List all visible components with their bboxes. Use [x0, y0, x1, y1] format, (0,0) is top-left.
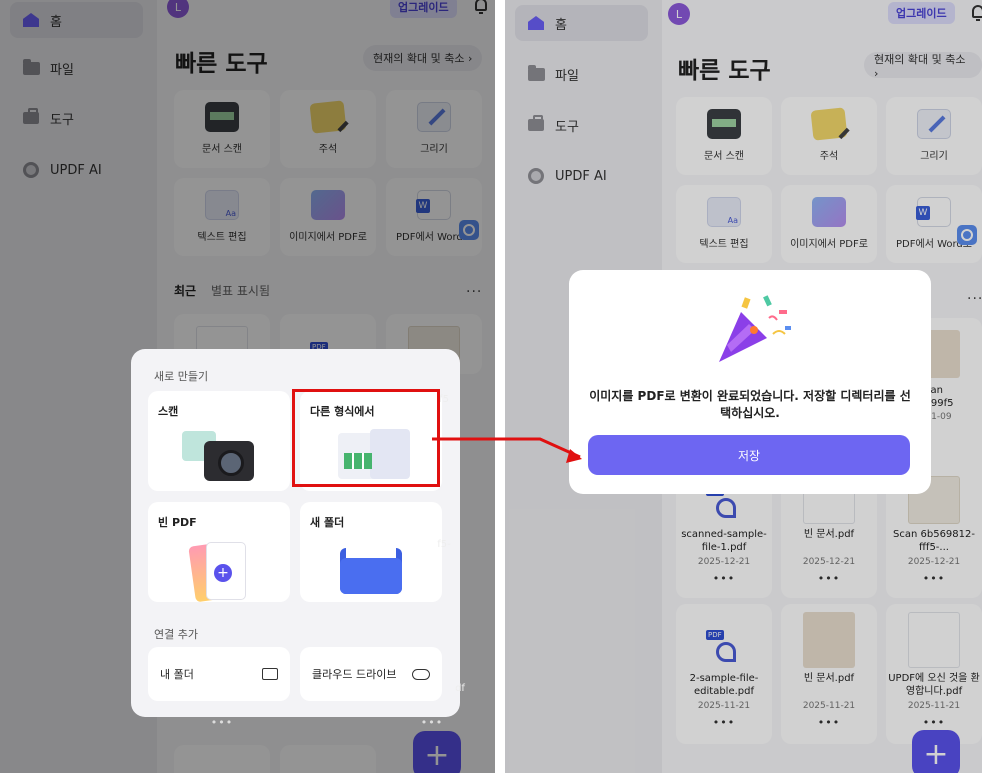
- highlight-box: [292, 389, 440, 487]
- cloud-icon: [412, 668, 430, 680]
- my-folder-label: 내 폴더: [160, 668, 194, 681]
- folder-outline-icon: [262, 668, 278, 680]
- party-popper-icon: [719, 295, 791, 362]
- dialog-message: 이미지를 PDF로 변환이 완료되었습니다. 저장할 디렉터리를 선택하십시오.: [589, 389, 911, 420]
- new-folder-tile[interactable]: 새 폴더: [300, 502, 442, 602]
- file-more-button[interactable]: •••: [174, 716, 270, 729]
- tile-label: 스캔: [158, 405, 179, 418]
- blank-pdf-tile[interactable]: 빈 PDF +: [148, 502, 290, 602]
- cloud-drive-label: 클라우드 드라이브: [312, 668, 397, 681]
- partial-file-name: f5-: [437, 539, 451, 550]
- plus-icon: +: [214, 564, 232, 582]
- new-section-label: 새로 만들기: [154, 370, 209, 383]
- cloud-drive-button[interactable]: 클라우드 드라이브: [300, 647, 442, 701]
- conversion-complete-dialog: 이미지를 PDF로 변환이 완료되었습니다. 저장할 디렉터리를 선택하십시오.…: [569, 270, 931, 494]
- camera-icon: [204, 441, 254, 481]
- right-panel: 홈 파일 도구 UPDF AI L 업그레이드 빠른 도구 현재의 확대 및 축…: [505, 0, 982, 773]
- left-panel: 홈 파일 도구 UPDF AI L 업그레이드 빠른 도구 현재의 확대 및 축…: [0, 0, 495, 773]
- folder-icon: [340, 542, 402, 594]
- screenshot-comparison: 홈 파일 도구 UPDF AI L 업그레이드 빠른 도구 현재의 확대 및 축…: [0, 0, 982, 773]
- partial-file-name: df: [455, 683, 465, 694]
- file-more-button[interactable]: •••: [384, 716, 480, 729]
- my-folder-button[interactable]: 내 폴더: [148, 647, 290, 701]
- connect-section-label: 연결 추가: [154, 628, 198, 641]
- scan-tile[interactable]: 스캔: [148, 391, 290, 491]
- save-button[interactable]: 저장: [588, 435, 910, 475]
- tile-label: 빈 PDF: [158, 516, 197, 529]
- red-arrow-icon: [432, 437, 582, 463]
- tile-label: 새 폴더: [310, 516, 345, 529]
